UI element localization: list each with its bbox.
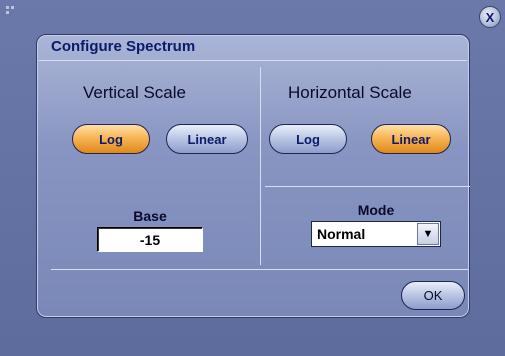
- horizontal-divider: [265, 186, 470, 187]
- ok-button[interactable]: OK: [401, 281, 465, 310]
- mode-select-value: Normal: [317, 226, 366, 242]
- vertical-scale-heading: Vertical Scale: [83, 83, 186, 102]
- configure-spectrum-dialog: Configure Spectrum Vertical Scale Log Li…: [36, 34, 470, 318]
- base-label: Base: [133, 208, 167, 224]
- title-divider: [39, 60, 467, 61]
- mode-label: Mode: [357, 202, 395, 218]
- base-input[interactable]: [97, 227, 203, 252]
- vertical-linear-button[interactable]: Linear: [166, 124, 248, 154]
- section-divider: [260, 67, 261, 265]
- footer-divider: [51, 269, 469, 270]
- chevron-down-icon[interactable]: ▼: [417, 223, 439, 245]
- window-grip-icon: [6, 6, 16, 16]
- close-button[interactable]: X: [479, 6, 501, 28]
- horizontal-log-button[interactable]: Log: [269, 124, 347, 154]
- horizontal-linear-button[interactable]: Linear: [371, 124, 451, 154]
- horizontal-scale-heading: Horizontal Scale: [288, 83, 412, 102]
- mode-select[interactable]: Normal ▼: [311, 221, 441, 247]
- dialog-title: Configure Spectrum: [51, 38, 196, 55]
- vertical-log-button[interactable]: Log: [72, 124, 150, 154]
